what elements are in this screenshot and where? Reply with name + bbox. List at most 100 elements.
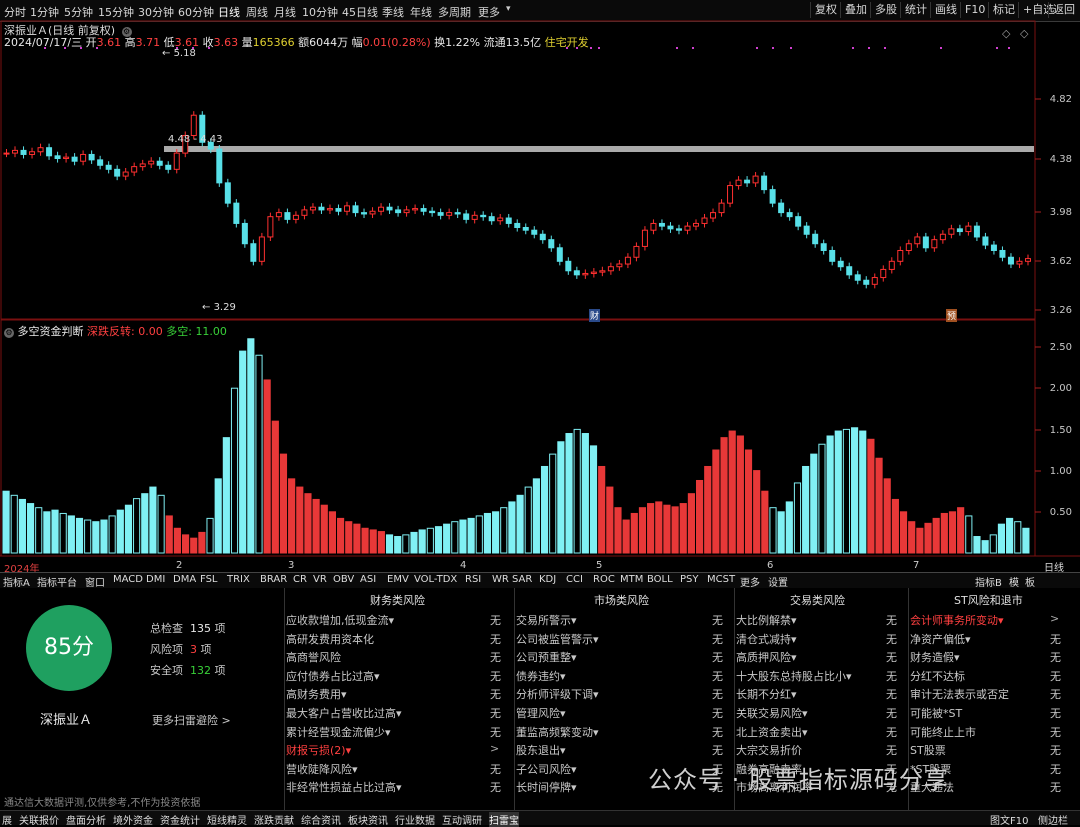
risk-item[interactable]: 清仓式减持▾	[736, 631, 797, 647]
indicator-tab[interactable]: 指标A	[3, 574, 30, 589]
risk-item[interactable]: 关联交易风险▾	[736, 705, 808, 721]
indicator-tab[interactable]: RSI	[465, 574, 481, 585]
risk-item[interactable]: 大比例解禁▾	[736, 612, 797, 628]
finance-tag[interactable]: 财	[589, 309, 601, 322]
indicator-tab[interactable]: EMV	[387, 574, 409, 585]
indicator-tab[interactable]: DMA	[173, 574, 196, 585]
indicator-tab[interactable]: 设置	[768, 574, 788, 589]
indicator-bar	[728, 430, 736, 554]
risk-item[interactable]: 财务造假▾	[910, 649, 960, 665]
bottom-right-tab[interactable]: 侧边栏	[1038, 812, 1068, 827]
risk-item[interactable]: 会计师事务所变动▾	[910, 612, 1004, 628]
risk-item[interactable]: 高财务费用▾	[286, 686, 347, 702]
candle	[718, 202, 725, 214]
risk-item[interactable]: 债券违约▾	[516, 668, 566, 684]
bottom-tab[interactable]: 综合资讯	[301, 812, 341, 827]
risk-item[interactable]: 高商誉风险	[286, 649, 341, 665]
risk-item[interactable]: 最大客户占营收比过高▾	[286, 705, 402, 721]
forecast-tag[interactable]: 预	[946, 309, 958, 322]
risk-item[interactable]: 十大股东总持股占比小▾	[736, 668, 852, 684]
risk-item[interactable]: 董监高频繁变动▾	[516, 724, 599, 740]
risk-item[interactable]: 应付债券占比过高▾	[286, 668, 380, 684]
month-label: 3	[288, 560, 295, 571]
indicator-tab[interactable]: VR	[313, 574, 327, 585]
indicator-bar	[630, 512, 638, 554]
indicator-tab[interactable]: WR	[492, 574, 509, 585]
risk-item[interactable]: 公司预重整▾	[516, 649, 577, 665]
indicator-tab[interactable]: MCST	[707, 574, 735, 585]
risk-item[interactable]: 审计无法表示或否定	[910, 686, 1009, 702]
bottom-tab[interactable]: 板块资讯	[348, 812, 388, 827]
risk-item[interactable]: 非经常性损益占比过高▾	[286, 779, 402, 795]
risk-item[interactable]: 长期不分红▾	[736, 686, 797, 702]
candle	[114, 168, 121, 177]
indicator-tab[interactable]: CR	[293, 574, 307, 585]
indicator-tab[interactable]: OBV	[333, 574, 354, 585]
risk-item[interactable]: 财报亏损(2)▾	[286, 742, 351, 758]
risk-item[interactable]: 净资产偏低▾	[910, 631, 971, 647]
bottom-tab[interactable]: 资金统计	[160, 812, 200, 827]
indicator-tab[interactable]: 窗口	[85, 574, 105, 589]
candle	[573, 270, 580, 276]
risk-item[interactable]: 累计经营现金流偏少▾	[286, 724, 391, 740]
risk-item[interactable]: 应收款增加,低现金流▾	[286, 612, 394, 628]
bottom-tab[interactable]: 扫雷宝	[489, 812, 519, 827]
risk-item[interactable]: 北上资金卖出▾	[736, 724, 808, 740]
indicator-tab-right[interactable]: 板	[1025, 574, 1035, 589]
bottom-tab[interactable]: 关联报价	[19, 812, 59, 827]
indicator-tab[interactable]: ASI	[360, 574, 376, 585]
indicator-label1: 深跌反转:	[87, 325, 135, 338]
indicator-tab[interactable]: 指标平台	[37, 574, 77, 589]
bottom-tab[interactable]: 行业数据	[395, 812, 435, 827]
indicator-tab-right[interactable]: 模	[1009, 574, 1019, 589]
indicator-tab[interactable]: CCI	[566, 574, 583, 585]
candle	[973, 225, 980, 238]
indicator-tab[interactable]: PSY	[680, 574, 699, 585]
kline-chart[interactable]	[0, 0, 1080, 572]
risk-item[interactable]: ST股票	[910, 742, 946, 758]
risk-item[interactable]: 高研发费用资本化	[286, 631, 374, 647]
indicator-tab[interactable]: TRIX	[227, 574, 250, 585]
bottom-tab[interactable]: 短线精灵	[207, 812, 247, 827]
indicator-tab[interactable]: BOLL	[647, 574, 673, 585]
indicator-tab[interactable]: MACD	[113, 574, 143, 585]
indicator-tab[interactable]: SAR	[512, 574, 532, 585]
signal-dot	[940, 47, 942, 49]
more-scan-link[interactable]: 更多扫雷避险 >	[152, 712, 231, 728]
risk-item[interactable]: 交易所警示▾	[516, 612, 577, 628]
indicator-tab[interactable]: 更多	[740, 574, 760, 589]
indicator-tab-right[interactable]: 指标B	[975, 574, 1002, 589]
indicator-tab[interactable]: ROC	[593, 574, 615, 585]
risk-item[interactable]: 可能终止上市	[910, 724, 976, 740]
settings-icon[interactable]: ⚙	[4, 328, 14, 338]
candle	[97, 159, 104, 166]
bottom-tab[interactable]: 展	[2, 812, 12, 827]
candle	[522, 226, 529, 231]
risk-item[interactable]: 子公司风险▾	[516, 761, 577, 777]
bottom-right-tab[interactable]: 图文F10	[990, 812, 1028, 827]
bottom-tab[interactable]: 境外资金	[113, 812, 153, 827]
candle	[880, 268, 887, 279]
indicator-tab[interactable]: FSL	[200, 574, 218, 585]
risk-item[interactable]: 长时间停牌▾	[516, 779, 577, 795]
risk-item[interactable]: 分析师评级下调▾	[516, 686, 599, 702]
indicator-tab[interactable]: DMI	[146, 574, 165, 585]
indicator-tab[interactable]: MTM	[620, 574, 643, 585]
indicator-bar	[1014, 521, 1022, 554]
risk-item[interactable]: 股东退出▾	[516, 742, 566, 758]
risk-item[interactable]: 管理风险▾	[516, 705, 566, 721]
indicator-tab[interactable]: VOL-TDX	[414, 574, 457, 585]
risk-item[interactable]: 可能被*ST	[910, 705, 962, 721]
candle	[744, 179, 751, 184]
bottom-tab[interactable]: 涨跌贡献	[254, 812, 294, 827]
bottom-tab[interactable]: 互动调研	[442, 812, 482, 827]
risk-item[interactable]: 大宗交易折价	[736, 742, 802, 758]
bottom-tab[interactable]: 盘面分析	[66, 812, 106, 827]
indicator-tab[interactable]: BRAR	[260, 574, 287, 585]
risk-item[interactable]: 高质押风险▾	[736, 649, 797, 665]
risk-item[interactable]: 分红不达标	[910, 668, 965, 684]
risk-item[interactable]: 公司被监管警示▾	[516, 631, 599, 647]
candle	[1016, 260, 1023, 265]
indicator-tab[interactable]: KDJ	[539, 574, 556, 585]
risk-item[interactable]: 营收陡降风险▾	[286, 761, 358, 777]
